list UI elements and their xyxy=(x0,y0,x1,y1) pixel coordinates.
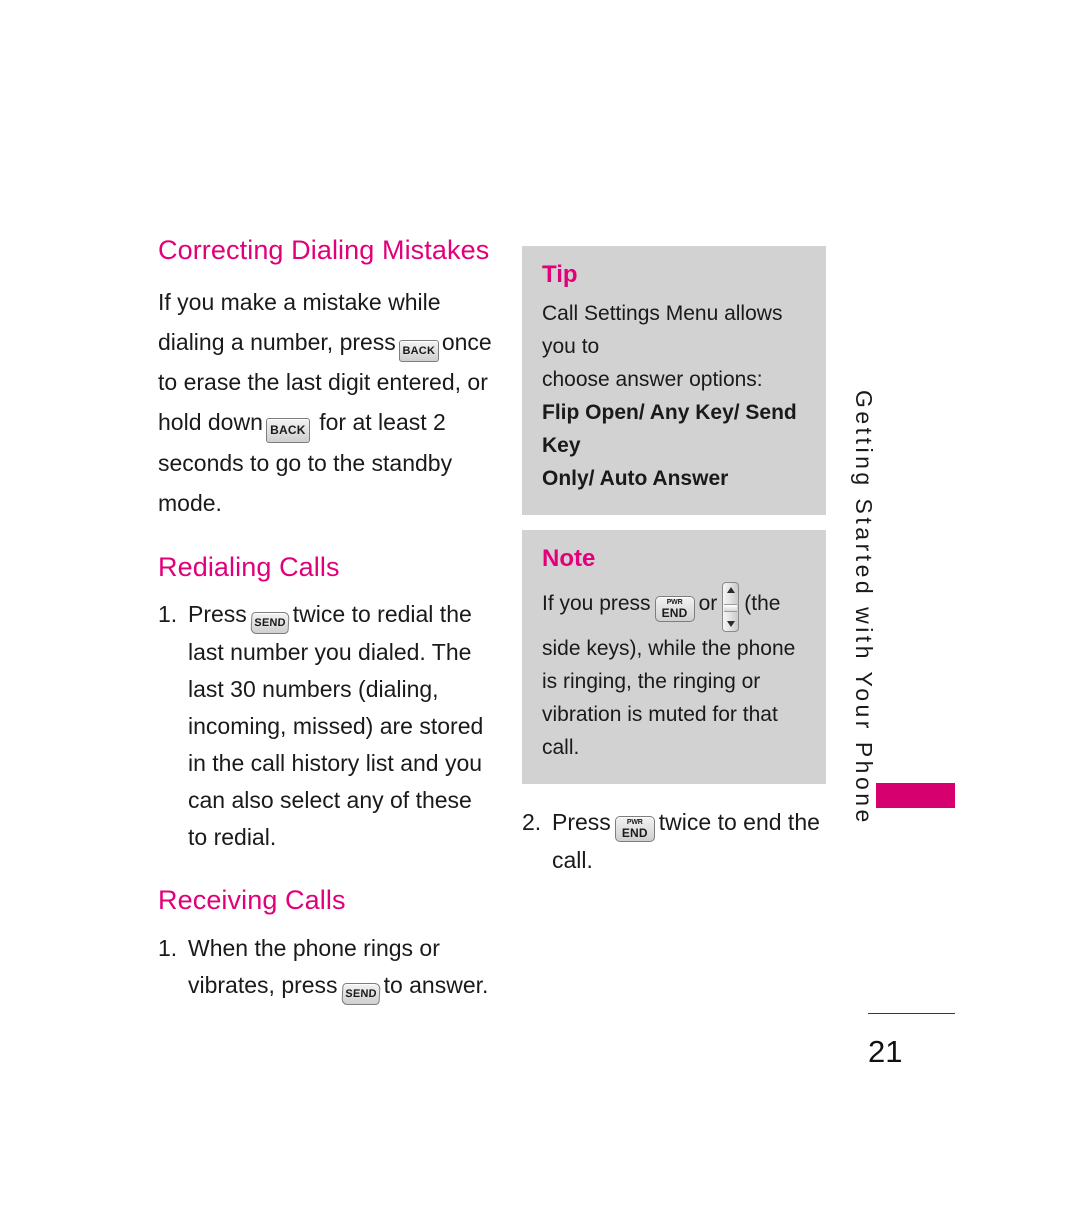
list-item: 2. Press PWR END twice to end the call. xyxy=(522,804,826,879)
tip-callout-line: Call Settings Menu allows you to xyxy=(542,302,783,359)
side-volume-key-icon xyxy=(722,581,740,632)
list-item-text-part-1: Press xyxy=(552,808,611,835)
tip-callout-line: choose answer options: xyxy=(542,368,763,392)
manual-page: Correcting Dialing Mistakes If you make … xyxy=(0,0,1080,1219)
pwr-end-key-bottom-label: END xyxy=(621,825,648,840)
tip-callout-line-bold: Flip Open/ Any Key/ Send Key xyxy=(542,401,797,458)
pwr-end-key-icon: PWR END xyxy=(654,595,695,622)
page-number: 21 xyxy=(868,1034,903,1069)
side-tab-marker-bar xyxy=(876,783,955,808)
left-column: Correcting Dialing Mistakes If you make … xyxy=(158,235,492,1006)
note-text-part-2: or xyxy=(698,591,718,615)
triangle-up-icon xyxy=(726,586,735,593)
note-text-part-1: If you press xyxy=(542,591,651,615)
back-key-icon: BACK xyxy=(265,417,310,443)
pwr-end-key-bottom-label: END xyxy=(661,605,688,620)
note-callout-title: Note xyxy=(542,545,596,573)
note-callout-box: Note If you press PWR END or (the side keys)… xyxy=(522,530,826,784)
list-item-number: 1. xyxy=(158,935,178,962)
send-key-icon: SEND xyxy=(340,983,381,1006)
note-callout-text: If you press PWR END or (the side keys), whi… xyxy=(542,581,806,764)
paragraph-correcting-dialing-mistakes: If you make a mistake while dialing a nu… xyxy=(158,282,492,523)
back-key-icon: BACK xyxy=(398,339,439,362)
footer-divider-rule xyxy=(868,1013,955,1014)
list-item-number: 1. xyxy=(158,601,178,628)
list-item-text-part-2: twice to redial the last number you dial… xyxy=(188,601,484,851)
tip-callout-box: Tip Call Settings Menu allows you to cho… xyxy=(522,246,826,516)
side-key-divider xyxy=(724,603,738,612)
right-column: Tip Call Settings Menu allows you to cho… xyxy=(522,246,826,879)
list-item-text-part-1: Press xyxy=(188,601,247,628)
heading-correcting-dialing-mistakes: Correcting Dialing Mistakes xyxy=(158,235,490,265)
list-item: 1. When the phone rings or vibrates, pres… xyxy=(158,930,492,1006)
tip-callout-title: Tip xyxy=(542,261,578,288)
list-item: 1. Press SEND twice to redial the last numb… xyxy=(158,596,492,856)
tip-callout-line-bold: Only/ Auto Answer xyxy=(542,467,729,491)
heading-redialing-calls: Redialing Calls xyxy=(158,551,340,582)
send-key-icon: SEND xyxy=(250,612,290,635)
list-item-text-part-2: to answer. xyxy=(383,972,489,999)
heading-receiving-calls: Receiving Calls xyxy=(158,885,346,916)
pwr-end-key-icon: PWR END xyxy=(614,815,655,842)
side-tab-chapter-label: Getting Started with Your Phone xyxy=(851,390,877,826)
triangle-down-icon xyxy=(726,620,735,627)
list-item-number: 2. xyxy=(522,808,542,835)
